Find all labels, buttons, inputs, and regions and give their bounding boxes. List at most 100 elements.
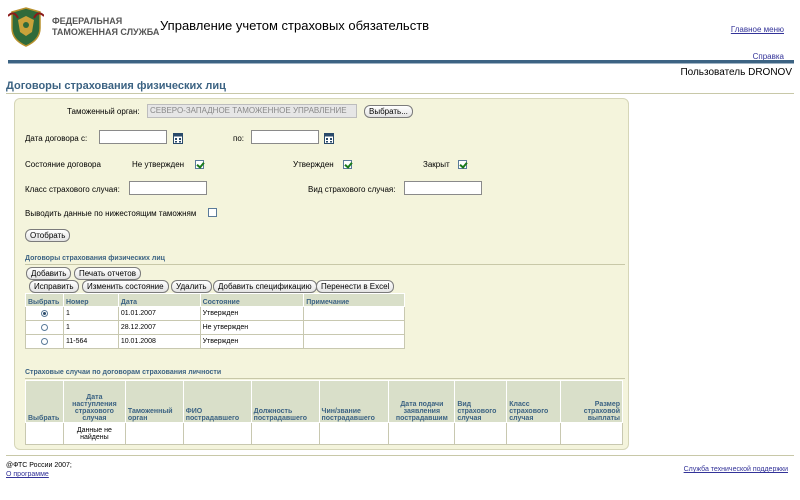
case-cell <box>250 422 320 445</box>
contracts-table-header: Выбрать Номер Дата Состояние Примечание <box>25 293 405 307</box>
export-excel-button[interactable]: Перенести в Excel <box>316 280 395 293</box>
contracts-section-title: Договоры страхования физических лиц <box>25 255 165 262</box>
cell-number: 11-564 <box>62 334 119 349</box>
add-specification-button[interactable]: Добавить спецификацию <box>213 280 317 293</box>
state-approved-label: Утвержден <box>293 160 334 169</box>
insured-class-input[interactable] <box>129 181 207 195</box>
page-title-divider <box>6 93 794 94</box>
insured-type-label: Вид страхового случая: <box>308 185 396 194</box>
add-contract-button[interactable]: Добавить <box>26 267 72 280</box>
logo-line-1: ФЕДЕРАЛЬНАЯ <box>52 16 123 26</box>
cases-section-title: Страховые случаи по договорам страховани… <box>25 369 222 376</box>
filter-button[interactable]: Отобрать <box>25 229 71 242</box>
case-col-type: Вид страхового случая <box>454 380 508 423</box>
cell-date: 10.01.2008 <box>117 334 201 349</box>
cell-note <box>303 334 405 349</box>
cell-state: Утвержден <box>199 306 305 321</box>
calendar-from-icon[interactable] <box>173 132 183 144</box>
state-closed-checkbox[interactable] <box>458 160 467 169</box>
col-number: Номер <box>62 293 119 307</box>
select-customs-button[interactable]: Выбрать... <box>364 105 413 118</box>
contracts-table: Выбрать Номер Дата Состояние Примечание … <box>25 293 405 349</box>
col-date: Дата <box>117 293 201 307</box>
state-not-approved-checkbox[interactable] <box>195 160 204 169</box>
cases-table-header: Выбрать Дата наступления страхового случ… <box>25 380 623 423</box>
support-link[interactable]: Служба технической поддержки <box>684 466 788 473</box>
state-approved-checkbox[interactable] <box>343 160 352 169</box>
case-cell <box>388 422 456 445</box>
filter-panel: Таможенный орган: СЕВЕРО-ЗАПАДНОЕ ТАМОЖЕ… <box>14 98 629 450</box>
table-row[interactable]: 1 28.12.2007 Не утвержден <box>25 320 405 335</box>
logo-text: ФЕДЕРАЛЬНАЯ ТАМОЖЕННАЯ СЛУЖБА <box>52 16 159 38</box>
case-col-class: Класс страхового случая <box>506 380 562 423</box>
footer-divider <box>6 455 794 456</box>
cell-note <box>303 306 405 321</box>
date-from-input[interactable] <box>99 130 167 144</box>
customs-label: Таможенный орган: <box>67 107 140 116</box>
col-note: Примечание <box>303 293 405 307</box>
col-state: Состояние <box>199 293 305 307</box>
case-col-payout: Размер страховой выплаты <box>560 380 623 423</box>
main-menu-link[interactable]: Главное меню <box>731 25 784 34</box>
cases-section-divider <box>25 378 625 379</box>
case-col-rank: Чин/звание пострадавшего <box>318 380 390 423</box>
subordinate-checkbox[interactable] <box>208 208 217 217</box>
case-col-name: ФИО пострадавшего <box>182 380 252 423</box>
case-cell <box>25 422 64 445</box>
customs-field: СЕВЕРО-ЗАПАДНОЕ ТАМОЖЕННОЕ УПРАВЛЕНИЕ <box>147 104 357 118</box>
date-to-input[interactable] <box>251 130 319 144</box>
row-select-radio[interactable] <box>40 323 48 331</box>
col-select: Выбрать <box>25 293 64 307</box>
contracts-section-divider <box>25 264 625 265</box>
case-cell <box>124 422 184 445</box>
current-user: Пользователь DRONOV <box>680 67 792 78</box>
case-cell <box>454 422 508 445</box>
row-select-cell[interactable] <box>25 320 64 335</box>
empty-message: Данные не найдены <box>62 422 126 445</box>
row-select-cell[interactable] <box>25 334 64 349</box>
table-row[interactable]: 11-564 10.01.2008 Утвержден <box>25 334 405 349</box>
cases-table: Выбрать Дата наступления страхового случ… <box>25 380 623 445</box>
case-col-event-date: Дата наступления страхового случая <box>62 380 126 423</box>
header: ФЕДЕРАЛЬНАЯ ТАМОЖЕННАЯ СЛУЖБА Управление… <box>0 0 800 61</box>
cell-number: 1 <box>62 306 119 321</box>
row-select-radio[interactable] <box>40 309 48 317</box>
case-cell <box>318 422 390 445</box>
cell-number: 1 <box>62 320 119 335</box>
contract-date-label: Дата договора с: <box>25 134 88 143</box>
change-state-button[interactable]: Изменить состояние <box>82 280 169 293</box>
logo-line-2: ТАМОЖЕННАЯ СЛУЖБА <box>52 27 160 37</box>
edit-contract-button[interactable]: Исправить <box>29 280 79 293</box>
case-cell <box>182 422 252 445</box>
header-divider <box>8 60 794 64</box>
print-reports-button[interactable]: Печать отчетов <box>74 267 141 280</box>
app-title: Управление учетом страховых обязательств <box>160 18 430 33</box>
case-col-claim-date: Дата подачи заявления пострадавшим <box>388 380 456 423</box>
date-to-label: по: <box>233 134 245 143</box>
case-col-select: Выбрать <box>25 380 64 423</box>
case-col-customs: Таможенный орган <box>124 380 184 423</box>
cell-date: 28.12.2007 <box>117 320 201 335</box>
case-cell <box>560 422 623 445</box>
row-select-cell[interactable] <box>25 306 64 321</box>
subordinate-label: Выводить данные по нижестоящим таможням <box>25 209 197 218</box>
state-not-approved-label: Не утвержден <box>132 160 185 169</box>
about-link[interactable]: О программе <box>6 471 49 478</box>
cell-date: 01.01.2007 <box>117 306 201 321</box>
page-title: Договоры страхования физических лиц <box>6 80 226 92</box>
insured-type-input[interactable] <box>404 181 482 195</box>
state-closed-label: Закрыт <box>423 160 450 169</box>
fts-emblem-icon <box>7 6 45 48</box>
cell-state: Не утвержден <box>199 320 305 335</box>
insured-class-label: Класс страхового случая: <box>25 185 120 194</box>
table-row[interactable]: 1 01.01.2007 Утвержден <box>25 306 405 321</box>
row-select-radio[interactable] <box>40 337 48 345</box>
cell-state: Утвержден <box>199 334 305 349</box>
calendar-to-icon[interactable] <box>324 132 334 144</box>
delete-contract-button[interactable]: Удалить <box>171 280 212 293</box>
table-row: Данные не найдены <box>25 422 623 445</box>
copyright: @ФТС России 2007; <box>6 462 72 469</box>
case-cell <box>506 422 562 445</box>
state-label: Состояние договора <box>25 160 101 169</box>
case-col-position: Должность пострадавшего <box>250 380 320 423</box>
